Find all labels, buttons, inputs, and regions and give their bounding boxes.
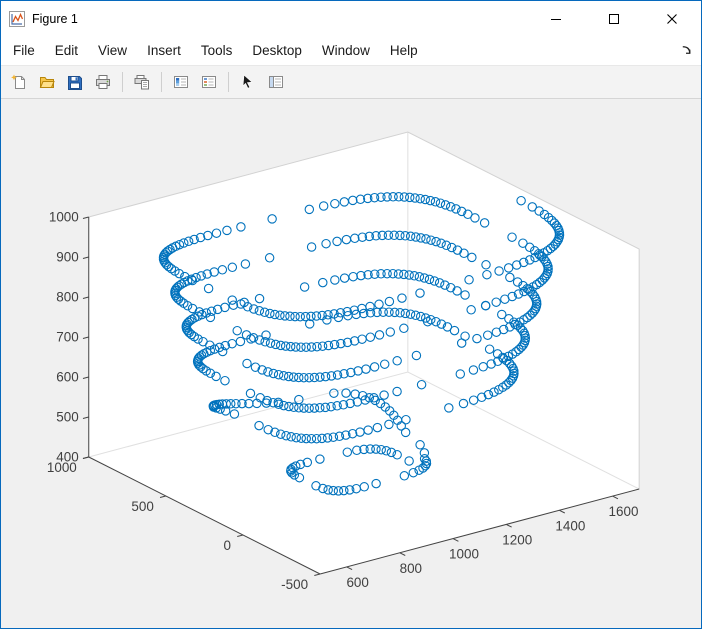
z-axis-tick-label: 800 — [56, 289, 78, 304]
close-icon — [666, 13, 678, 25]
print-preview-icon — [134, 74, 150, 90]
z-axis-tick-label: 400 — [56, 449, 78, 464]
y-axis-tick-label: 500 — [131, 499, 153, 514]
minimize-button[interactable] — [527, 1, 585, 36]
insert-legend-button[interactable] — [196, 69, 222, 95]
window-controls — [527, 1, 701, 36]
print-preview-button[interactable] — [129, 69, 155, 95]
edit-plot-icon — [240, 74, 256, 90]
menu-item-edit[interactable]: Edit — [45, 36, 88, 65]
insert-colorbar-button[interactable] — [168, 69, 194, 95]
print-figure-icon — [95, 74, 111, 90]
x-axis-tick-label: 800 — [400, 561, 422, 576]
z-axis-tick-label: 1000 — [49, 209, 79, 224]
menu-item-tools[interactable]: Tools — [191, 36, 243, 65]
figure-icon — [9, 11, 25, 27]
x-axis-tick-label: 1200 — [502, 532, 532, 547]
close-button[interactable] — [643, 1, 701, 36]
maximize-button[interactable] — [585, 1, 643, 36]
window-title: Figure 1 — [32, 12, 78, 26]
z-axis-tick-label: 900 — [56, 249, 78, 264]
toolbar-separator — [228, 72, 229, 92]
save-figure-icon — [67, 74, 83, 90]
toolbar-separator — [161, 72, 162, 92]
toolbar — [1, 66, 701, 99]
insert-legend-icon — [201, 74, 217, 90]
dock-figure-icon[interactable] — [680, 44, 693, 62]
maximize-icon — [608, 13, 620, 25]
axes-3d[interactable]: 600 800 1000 1200 1400 1600 -500 0 500 1000 400 500… — [1, 99, 701, 628]
menu-item-window[interactable]: Window — [312, 36, 380, 65]
property-inspector-icon — [268, 74, 284, 90]
y-axis-tick-label: 0 — [224, 538, 231, 553]
z-axis-tick-label: 600 — [56, 369, 78, 384]
menu-item-desktop[interactable]: Desktop — [242, 36, 312, 65]
toolbar-separator — [122, 72, 123, 92]
edit-plot-button[interactable] — [235, 69, 261, 95]
print-figure-button[interactable] — [90, 69, 116, 95]
x-axis-tick-label: 600 — [346, 575, 368, 590]
x-axis-tick-label: 1400 — [555, 518, 585, 533]
figure-canvas[interactable]: 600 800 1000 1200 1400 1600 -500 0 500 1000 400 500… — [1, 99, 701, 628]
save-figure-button[interactable] — [62, 69, 88, 95]
open-file-icon — [39, 74, 55, 90]
new-figure-button[interactable] — [6, 69, 32, 95]
menu-item-insert[interactable]: Insert — [137, 36, 191, 65]
figure-window: Figure 1 FileEditViewInsertToolsDesktopW… — [0, 0, 702, 629]
x-axis-tick-label: 1000 — [449, 547, 479, 562]
z-axis-tick-label: 500 — [56, 409, 78, 424]
titlebar: Figure 1 — [1, 1, 701, 36]
menu-item-view[interactable]: View — [88, 36, 137, 65]
menubar: FileEditViewInsertToolsDesktopWindowHelp — [1, 36, 701, 66]
open-file-button[interactable] — [34, 69, 60, 95]
x-axis-tick-label: 1600 — [609, 504, 639, 519]
minimize-icon — [550, 13, 562, 25]
property-inspector-button[interactable] — [263, 69, 289, 95]
new-figure-icon — [11, 74, 27, 90]
insert-colorbar-icon — [173, 74, 189, 90]
menu-item-file[interactable]: File — [3, 36, 45, 65]
y-axis-tick-label: -500 — [281, 577, 308, 592]
z-axis-tick-label: 700 — [56, 329, 78, 344]
menu-item-help[interactable]: Help — [380, 36, 428, 65]
